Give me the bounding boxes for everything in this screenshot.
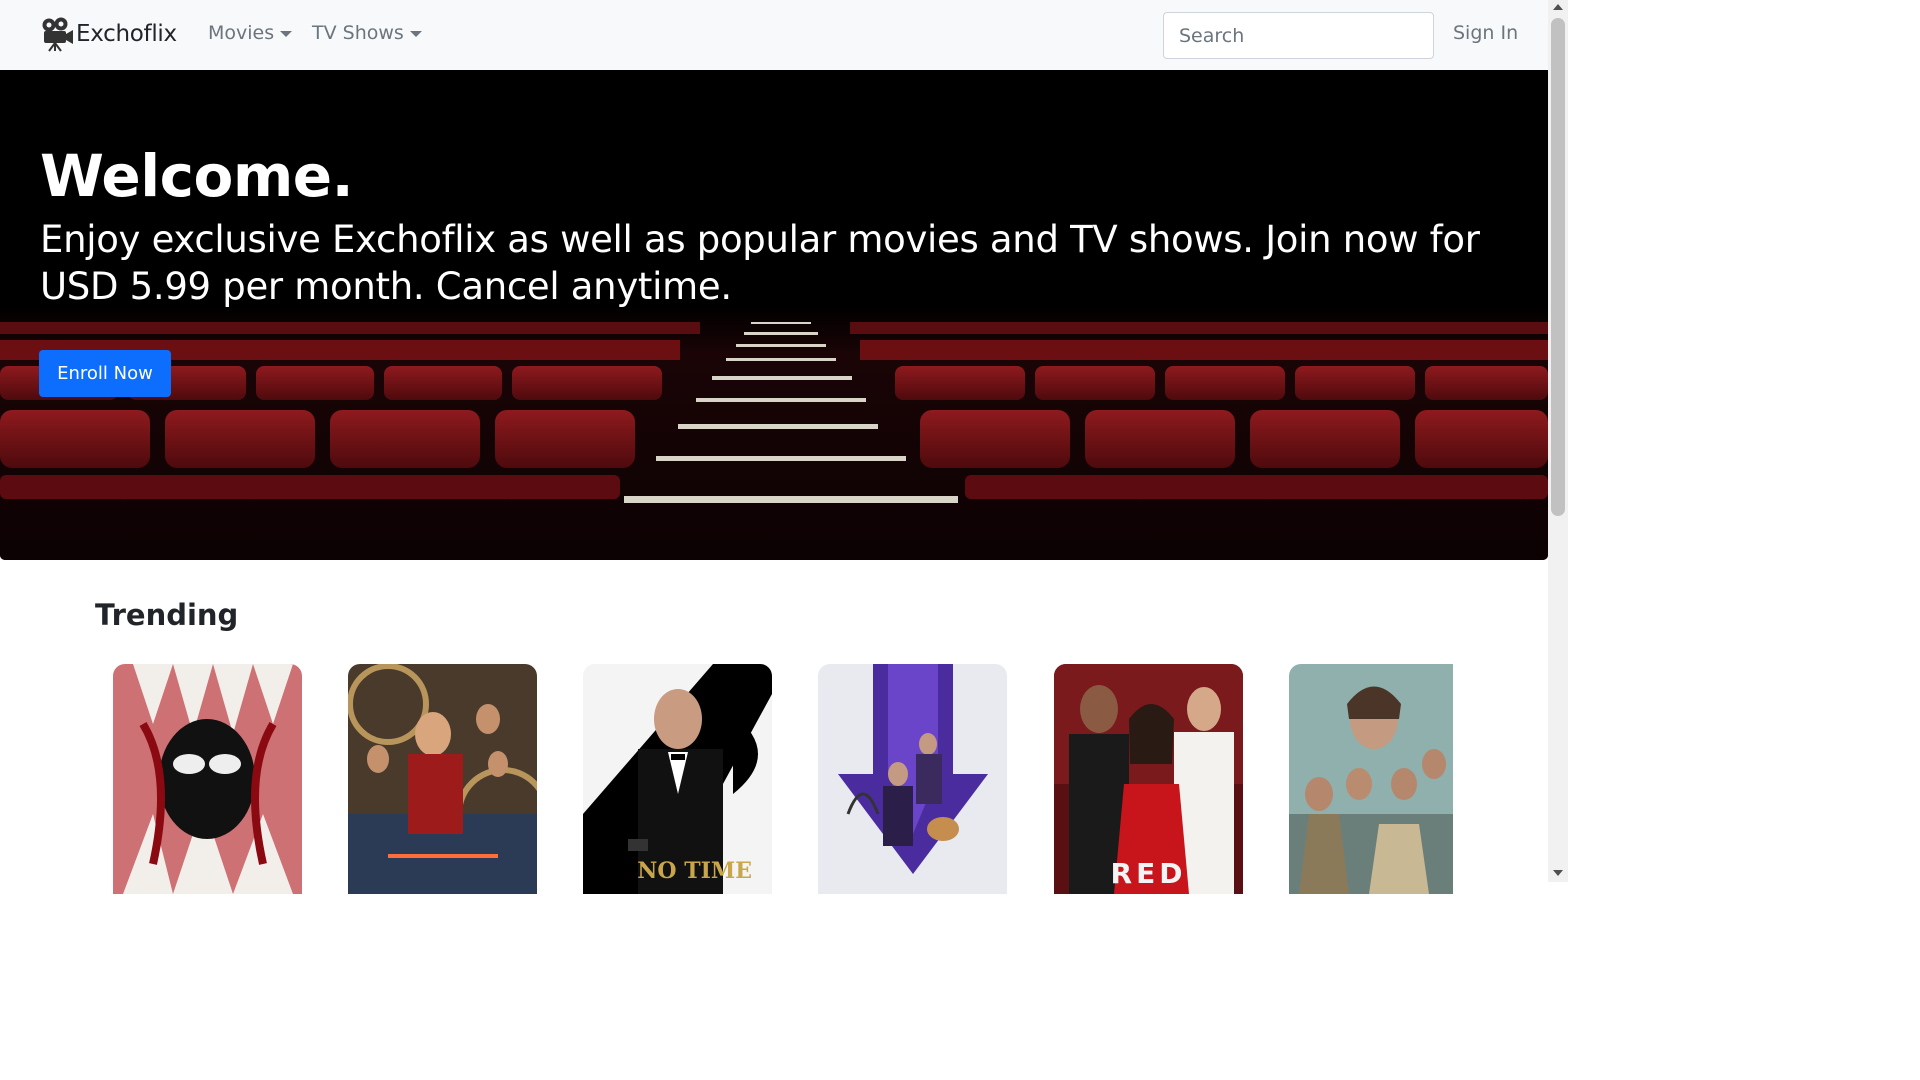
hero-banner: Welcome. Enjoy exclusive Exchoflix as we… [0,70,1548,560]
hero-subtitle: Enjoy exclusive Exchoflix as well as pop… [40,218,1480,308]
enroll-now-button[interactable]: Enroll Now [39,350,171,397]
poster-hawkeye[interactable] [818,664,1007,894]
poster-caption: NO TIME [637,858,752,884]
nav-movies-dropdown[interactable]: Movies [208,22,293,44]
scroll-up-icon[interactable] [1553,4,1563,10]
brand-name: Exchoflix [76,21,177,47]
venom-poster [113,664,302,894]
poster-venom[interactable] [113,664,302,894]
hawkeye-poster [818,664,1007,894]
nav-tvshows-dropdown[interactable]: TV Shows [312,22,422,44]
sign-in-link[interactable]: Sign In [1453,22,1518,44]
top-navbar: Exchoflix Movies TV Shows Sign In [0,0,1548,70]
hero-title: Welcome. [40,142,354,210]
poster-no-time-to-die[interactable]: NO TIME [583,664,772,894]
search-input[interactable] [1163,12,1434,59]
film-camera-icon [42,17,73,52]
nav-tvshows-label: TV Shows [312,22,404,44]
nav-movies-label: Movies [208,22,275,44]
chevron-down-icon [280,31,293,37]
poster-caption: RED [1110,857,1187,890]
trending-heading: Trending [95,598,239,632]
chevron-down-icon [409,31,422,37]
dune-poster [1289,664,1453,894]
scroll-down-icon[interactable] [1553,870,1563,876]
scrollbar-thumb[interactable] [1551,18,1565,516]
poster-shang-chi[interactable] [348,664,537,894]
poster-red-notice[interactable]: RED [1054,664,1243,894]
shang-chi-poster [348,664,537,894]
brand-link[interactable]: Exchoflix [40,16,177,52]
poster-dune[interactable] [1289,664,1453,894]
